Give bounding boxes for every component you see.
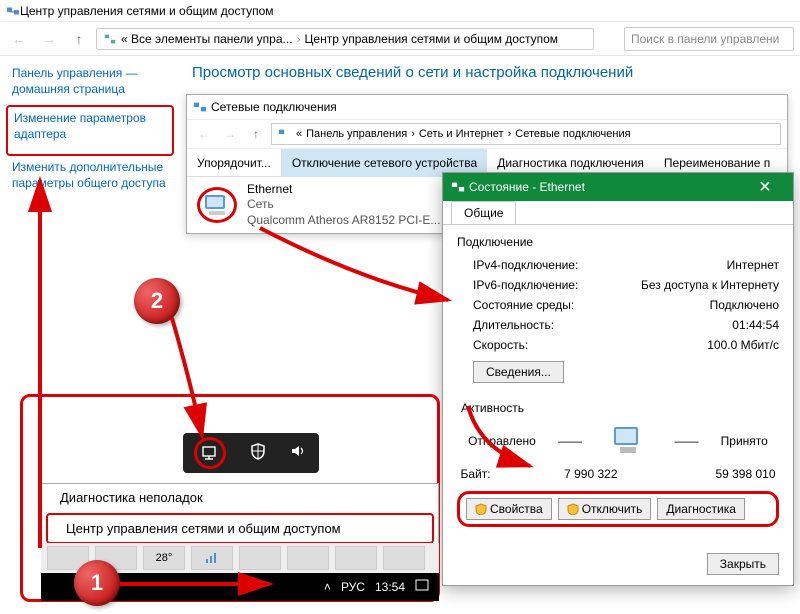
ipv4-value: Интернет xyxy=(727,258,779,272)
inner-title: Сетевые подключения xyxy=(211,100,337,114)
network-center-icon xyxy=(6,4,20,18)
inner-forward[interactable]: → xyxy=(219,123,241,145)
duration-label: Длительность: xyxy=(473,318,554,332)
activity-bytes: Байт: 7 990 322 59 398 010 xyxy=(457,467,779,481)
search-input[interactable]: Поиск в панели управлени xyxy=(624,27,794,51)
inner-titlebar: Сетевые подключения xyxy=(187,95,787,119)
activity-header: Отправлено —— —— Принято xyxy=(457,421,779,461)
speed-value: 100.0 Мбит/с xyxy=(707,338,779,352)
disable-button[interactable]: Отключить xyxy=(558,498,652,520)
window-title: Центр управления сетями и общим доступом xyxy=(20,4,274,18)
sent-label: Отправлено xyxy=(468,434,536,448)
menu-diagnose[interactable]: Диагностика неполадок xyxy=(42,484,438,511)
status-body: Подключение IPv4-подключение: Интернет IP… xyxy=(443,225,793,537)
network-icon xyxy=(103,32,117,46)
conn-network: Сеть xyxy=(247,197,440,213)
status-close-button[interactable]: ✕ xyxy=(745,173,785,201)
inner-up[interactable]: ↑ xyxy=(245,123,267,145)
up-button[interactable]: ↑ xyxy=(66,26,92,52)
properties-button[interactable]: Свойства xyxy=(466,498,552,520)
bytes-sent: 7 990 322 xyxy=(518,467,618,481)
page-heading: Просмотр основных сведений о сети и наст… xyxy=(192,64,788,81)
details-button[interactable]: Сведения... xyxy=(473,361,564,383)
inner-bc2[interactable]: Сеть и Интернет xyxy=(419,128,504,140)
ipv6-value: Без доступа к Интернету xyxy=(641,278,779,292)
inner-bc3[interactable]: Сетевые подключения xyxy=(515,128,630,140)
tbk-7[interactable] xyxy=(383,546,425,570)
address-bar[interactable]: « Все элементы панели упра... › Центр уп… xyxy=(96,28,594,50)
tbk-3[interactable] xyxy=(191,546,233,570)
action-buttons-highlight: Свойства Отключить Диагностика xyxy=(457,491,779,527)
speed-label: Скорость: xyxy=(473,338,528,352)
breadcrumb-current[interactable]: Центр управления сетями и общим доступом xyxy=(305,32,559,46)
inner-nav: ← → ↑ « Панель управления› Сеть и Интерн… xyxy=(187,119,787,149)
inner-bc1[interactable]: Панель управления xyxy=(306,128,407,140)
conn-name: Ethernet xyxy=(247,182,440,198)
ethernet-adapter-label[interactable]: Ethernet Сеть Qualcomm Atheros AR8152 PC… xyxy=(247,182,440,229)
system-tray-popup xyxy=(183,433,319,473)
sidebar-home-link[interactable]: Панель управления — домашняя страница xyxy=(12,66,168,97)
bytes-label: Байт: xyxy=(461,467,511,481)
tray-volume-icon[interactable] xyxy=(290,443,308,463)
sidebar-adapter-highlight: Изменение параметров адаптера xyxy=(6,105,174,156)
conn-device: Qualcomm Atheros AR8152 PCI-E... xyxy=(247,213,440,229)
dialog-footer: Закрыть xyxy=(443,537,793,585)
diagnose-button[interactable]: Диагностика xyxy=(657,498,745,520)
menu-network-center[interactable]: Центр управления сетями и общим доступом xyxy=(46,513,434,544)
bytes-recv: 59 398 010 xyxy=(676,467,776,481)
tray-lang[interactable]: РУС xyxy=(341,580,365,594)
navbar: ← → ↑ « Все элементы панели упра... › Це… xyxy=(0,22,800,56)
inner-address[interactable]: « Панель управления› Сеть и Интернет› Се… xyxy=(271,123,781,145)
folder-icon xyxy=(278,127,292,141)
step-2-badge: 2 xyxy=(134,278,180,324)
breadcrumb-prev[interactable]: « Все элементы панели упра... xyxy=(121,32,293,46)
group-activity: ААктивность xyxy=(453,401,779,415)
tbk-4[interactable] xyxy=(239,546,281,570)
media-value: Подключено xyxy=(710,298,779,312)
status-tabs: Общие xyxy=(443,201,793,225)
duration-value: 01:44:54 xyxy=(732,318,779,332)
tab-general[interactable]: Общие xyxy=(451,201,516,224)
tbk-6[interactable] xyxy=(335,546,377,570)
window-titlebar: Центр управления сетями и общим доступом xyxy=(0,0,800,22)
sidebar-sharing-link[interactable]: Изменить дополнительные параметры общего… xyxy=(12,160,168,191)
tbk-5[interactable] xyxy=(287,546,329,570)
ipv6-label: IPv6-подключение: xyxy=(473,278,578,292)
tray-network-icon[interactable] xyxy=(194,437,226,469)
ethernet-status-dialog: Состояние - Ethernet ✕ Общие Подключение… xyxy=(442,172,794,586)
tbk-temp[interactable]: 28° xyxy=(143,546,185,570)
status-title-text: Состояние - Ethernet xyxy=(469,180,585,194)
tb-organize[interactable]: Упорядочит... xyxy=(187,149,282,177)
back-button[interactable]: ← xyxy=(6,26,32,52)
network-context-menu: Диагностика неполадок Центр управления с… xyxy=(41,483,439,547)
tray-chevron-icon[interactable]: ˄ xyxy=(324,580,331,594)
ipv4-label: IPv4-подключение: xyxy=(473,258,578,272)
step-1-badge: 1 xyxy=(74,560,120,606)
group-connection: Подключение xyxy=(457,235,779,249)
ethernet-adapter-icon[interactable] xyxy=(197,187,237,223)
close-button[interactable]: Закрыть xyxy=(707,553,779,575)
breadcrumb-sep: › xyxy=(297,32,301,46)
activity-icon xyxy=(604,421,652,461)
tray-defender-icon[interactable] xyxy=(249,442,267,464)
status-icon xyxy=(451,180,465,194)
network-connections-icon xyxy=(193,100,207,114)
recv-label: Принято xyxy=(721,434,768,448)
sidebar-adapter-link[interactable]: Изменение параметров адаптера xyxy=(14,111,166,142)
tray-time[interactable]: 13:54 xyxy=(375,580,405,594)
media-label: Состояние среды: xyxy=(473,298,574,312)
status-titlebar[interactable]: Состояние - Ethernet ✕ xyxy=(443,173,793,201)
tray-notification-icon[interactable] xyxy=(415,579,429,596)
inner-back[interactable]: ← xyxy=(193,123,215,145)
forward-button[interactable]: → xyxy=(36,26,62,52)
